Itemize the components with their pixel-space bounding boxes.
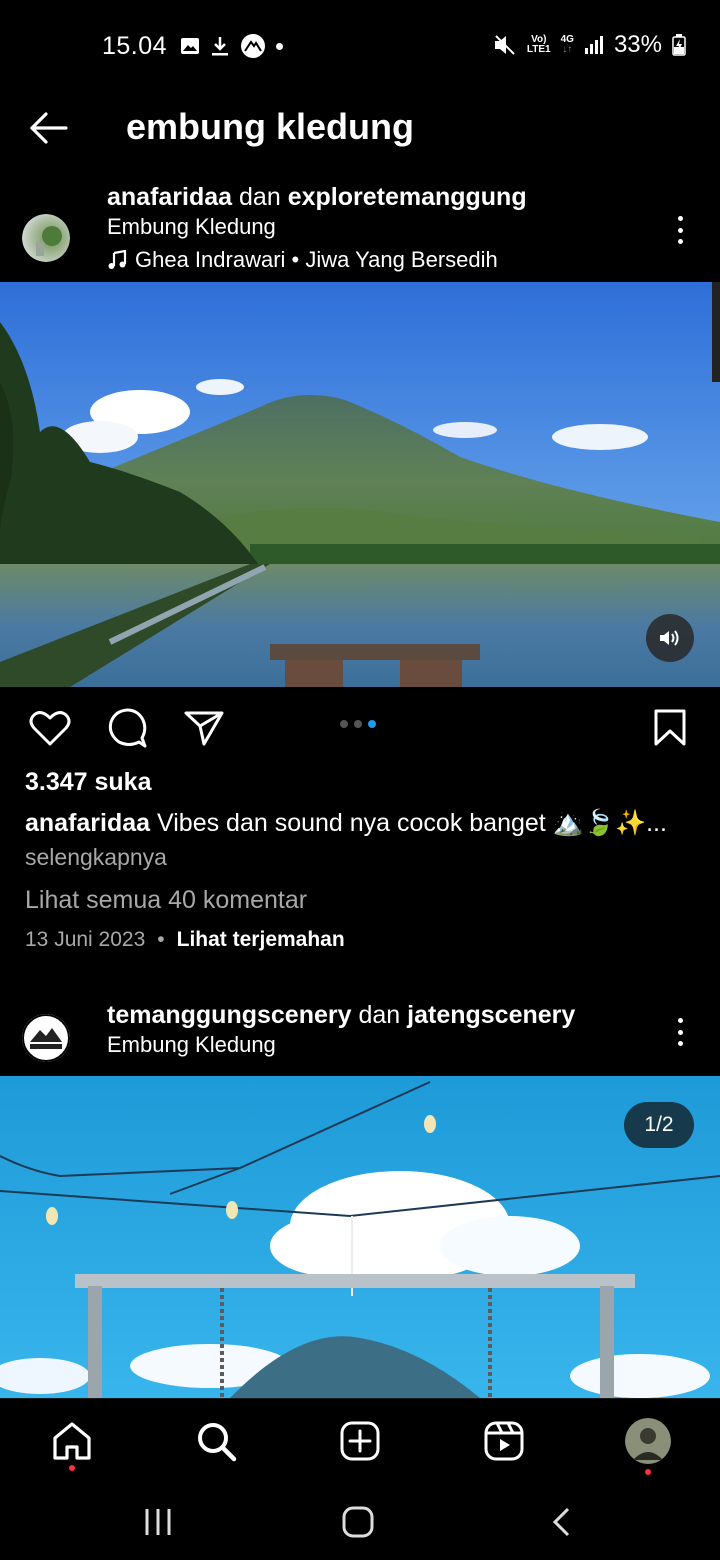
home-system-button[interactable] bbox=[340, 1504, 376, 1540]
comment-button[interactable] bbox=[104, 704, 152, 752]
caption-emoji: 🏔️🍃✨... bbox=[552, 809, 667, 837]
chevron-left-icon bbox=[552, 1507, 570, 1537]
carousel-dot bbox=[340, 720, 348, 728]
avatar bbox=[625, 1418, 671, 1464]
carousel-dot bbox=[354, 720, 362, 728]
nav-create[interactable] bbox=[336, 1417, 384, 1465]
caption-text: Vibes dan sound nya cocok banget bbox=[157, 809, 546, 837]
profile-notification-dot bbox=[645, 1469, 651, 1475]
post-date-row: 13 Juni 2023 • Lihat terjemahan bbox=[25, 928, 345, 952]
page-title: embung kledung bbox=[126, 106, 414, 147]
comment-icon bbox=[108, 708, 147, 748]
download-icon bbox=[212, 37, 228, 56]
carousel-dot-active bbox=[368, 720, 376, 728]
back-button[interactable] bbox=[26, 108, 70, 148]
caption-more-link[interactable]: selengkapnya bbox=[25, 844, 167, 871]
author-joiner: dan bbox=[239, 183, 281, 211]
date-separator: • bbox=[157, 928, 165, 951]
music-track-label: Ghea Indrawari • Jiwa Yang Bersedih bbox=[135, 247, 498, 272]
more-options-button[interactable] bbox=[670, 1014, 690, 1050]
like-count[interactable]: 3.347 suka bbox=[25, 768, 152, 797]
search-icon bbox=[198, 1423, 237, 1462]
post-date: 13 Juni 2023 bbox=[25, 928, 146, 951]
post-meta: anafaridaa dan exploretemanggung Embung … bbox=[107, 182, 527, 275]
app-notification-icon bbox=[241, 34, 265, 58]
network-type: 4G ↓↑ bbox=[560, 34, 574, 55]
post-author-username[interactable]: temanggungscenery bbox=[107, 1001, 352, 1029]
recent-apps-icon bbox=[145, 1509, 171, 1535]
post-author-username[interactable]: anafaridaa bbox=[107, 183, 232, 211]
post-caption: anafaridaa Vibes dan sound nya cocok ban… bbox=[25, 806, 695, 840]
post-authors: anafaridaa dan exploretemanggung bbox=[107, 182, 527, 212]
avatar[interactable] bbox=[22, 1014, 70, 1062]
back-system-button[interactable] bbox=[546, 1504, 576, 1540]
mute-icon bbox=[494, 35, 515, 55]
battery-percent: 33% bbox=[613, 31, 662, 58]
home-circle-icon bbox=[342, 1506, 374, 1538]
more-vertical-icon bbox=[677, 1018, 683, 1023]
post-actions bbox=[0, 700, 720, 756]
post-location[interactable]: Embung Kledung bbox=[107, 1030, 575, 1060]
translate-link[interactable]: Lihat terjemahan bbox=[177, 928, 345, 952]
status-time: 15.04 bbox=[102, 32, 168, 60]
nav-reels[interactable] bbox=[480, 1417, 528, 1465]
post-image[interactable]: 1/2 bbox=[0, 1076, 720, 1398]
arrow-left-icon bbox=[30, 112, 68, 144]
bottom-navigation bbox=[0, 1398, 720, 1484]
home-icon bbox=[53, 1422, 91, 1460]
image-counter: 1/2 bbox=[624, 1102, 694, 1148]
more-notifications-dot bbox=[276, 42, 283, 50]
more-vertical-icon bbox=[677, 216, 683, 221]
post-coauthor-username[interactable]: jatengscenery bbox=[407, 1001, 575, 1029]
bookmark-icon bbox=[654, 709, 686, 746]
gallery-icon bbox=[181, 38, 199, 54]
save-button[interactable] bbox=[646, 704, 694, 752]
share-button[interactable] bbox=[180, 704, 228, 752]
post-header: anafaridaa dan exploretemanggung Embung … bbox=[0, 180, 720, 280]
status-system-icons: Vo) LTE1 4G ↓↑ 33% bbox=[493, 31, 686, 59]
post-location[interactable]: Embung Kledung bbox=[107, 212, 527, 242]
music-note-icon bbox=[108, 250, 127, 269]
speaker-icon bbox=[660, 630, 679, 646]
avatar[interactable] bbox=[22, 214, 70, 262]
volte-indicator: Vo) LTE1 bbox=[526, 34, 551, 55]
post-coauthor-username[interactable]: exploretemanggung bbox=[288, 183, 527, 211]
nav-search[interactable] bbox=[192, 1417, 240, 1465]
home-notification-dot bbox=[69, 1465, 75, 1471]
sound-toggle-button[interactable] bbox=[646, 614, 694, 662]
post-music[interactable]: Ghea Indrawari • Jiwa Yang Bersedih bbox=[107, 245, 527, 275]
nav-home[interactable] bbox=[48, 1417, 96, 1465]
post-header: temanggungscenery dan jatengscenery Embu… bbox=[0, 998, 720, 1072]
system-navigation-bar bbox=[0, 1484, 720, 1560]
reels-icon bbox=[484, 1421, 524, 1461]
more-options-button[interactable] bbox=[670, 212, 690, 248]
post-authors: temanggungscenery dan jatengscenery bbox=[107, 1000, 575, 1030]
carousel-indicator bbox=[340, 720, 376, 728]
status-bar: 15.04 Vo) LTE1 4G ↓↑ 33% bbox=[0, 0, 720, 92]
caption-username[interactable]: anafaridaa bbox=[25, 809, 150, 837]
explore-header: embung kledung bbox=[0, 92, 720, 164]
signal-icon bbox=[584, 36, 603, 54]
view-comments-link[interactable]: Lihat semua 40 komentar bbox=[25, 886, 307, 915]
like-button[interactable] bbox=[26, 704, 74, 752]
plus-square-icon bbox=[340, 1421, 380, 1461]
post-image[interactable] bbox=[0, 282, 720, 687]
send-icon bbox=[184, 711, 224, 746]
post-meta: temanggungscenery dan jatengscenery Embu… bbox=[107, 1000, 575, 1060]
battery-charging-icon bbox=[672, 34, 686, 56]
heart-icon bbox=[29, 711, 71, 746]
recent-apps-button[interactable] bbox=[140, 1504, 176, 1540]
nav-profile[interactable] bbox=[624, 1417, 672, 1465]
status-notification-icons bbox=[180, 33, 283, 59]
author-joiner: dan bbox=[358, 1001, 401, 1029]
